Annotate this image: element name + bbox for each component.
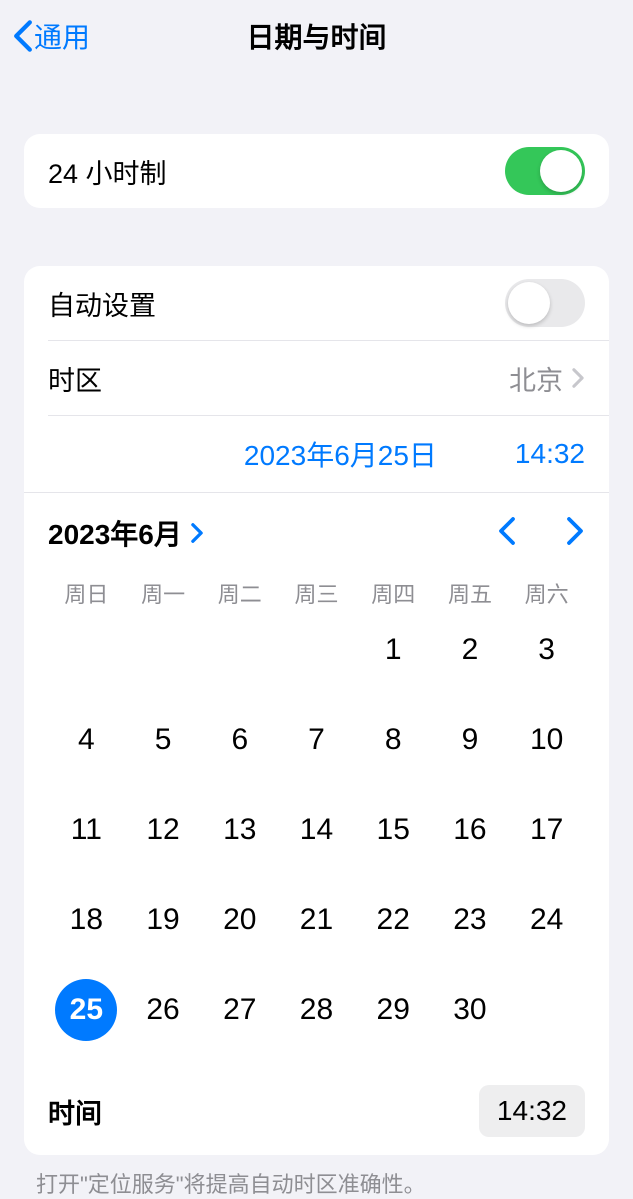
calendar-day[interactable]: 19 bbox=[132, 889, 194, 951]
calendar-day[interactable]: 21 bbox=[285, 889, 347, 951]
footer-note: 打开"定位服务"将提高自动时区准确性。 bbox=[0, 1155, 633, 1199]
calendar-grid: 1234567891011121314151617181920212223242… bbox=[48, 619, 585, 1041]
chevron-left-icon bbox=[497, 516, 517, 546]
calendar-day[interactable]: 26 bbox=[132, 979, 194, 1041]
time-picker-button[interactable]: 14:32 bbox=[479, 1085, 585, 1137]
calendar-day[interactable]: 16 bbox=[439, 799, 501, 861]
calendar-day[interactable]: 29 bbox=[362, 979, 424, 1041]
switch-knob bbox=[540, 150, 582, 192]
weekday-label: 周三 bbox=[278, 577, 355, 609]
auto-set-row: 自动设置 bbox=[24, 266, 609, 340]
time-label: 时间 bbox=[48, 1092, 102, 1131]
chevron-right-icon bbox=[190, 522, 204, 544]
calendar-day[interactable]: 7 bbox=[285, 709, 347, 771]
calendar-day[interactable]: 15 bbox=[362, 799, 424, 861]
calendar-day[interactable]: 4 bbox=[55, 709, 117, 771]
calendar-day-empty bbox=[285, 619, 347, 681]
calendar-day[interactable]: 10 bbox=[516, 709, 578, 771]
calendar-day[interactable]: 14 bbox=[285, 799, 347, 861]
calendar-day[interactable]: 23 bbox=[439, 889, 501, 951]
calendar-day[interactable]: 12 bbox=[132, 799, 194, 861]
weekday-label: 周四 bbox=[355, 577, 432, 609]
calendar-day[interactable]: 25 bbox=[55, 979, 117, 1041]
calendar-day[interactable]: 28 bbox=[285, 979, 347, 1041]
calendar-day[interactable]: 24 bbox=[516, 889, 578, 951]
weekday-row: 周日周一周二周三周四周五周六 bbox=[48, 577, 585, 609]
calendar-day[interactable]: 9 bbox=[439, 709, 501, 771]
calendar-day[interactable]: 11 bbox=[55, 799, 117, 861]
calendar-day[interactable]: 8 bbox=[362, 709, 424, 771]
calendar-section: 2023年6月 周日周一周二周三周四周五周六 123456 bbox=[24, 493, 609, 1071]
calendar-day[interactable]: 22 bbox=[362, 889, 424, 951]
timezone-value: 北京 bbox=[509, 359, 563, 398]
calendar-day-empty bbox=[209, 619, 271, 681]
auto-set-label: 自动设置 bbox=[48, 284, 156, 323]
weekday-label: 周六 bbox=[508, 577, 585, 609]
calendar-day[interactable]: 18 bbox=[55, 889, 117, 951]
switch-knob bbox=[508, 282, 550, 324]
calendar-day[interactable]: 5 bbox=[132, 709, 194, 771]
selected-date[interactable]: 2023年6月25日 bbox=[244, 434, 437, 474]
calendar-day[interactable]: 30 bbox=[439, 979, 501, 1041]
weekday-label: 周五 bbox=[432, 577, 509, 609]
twentyfour-hour-section: 24 小时制 bbox=[24, 134, 609, 208]
calendar-day[interactable]: 13 bbox=[209, 799, 271, 861]
calendar-day-empty bbox=[132, 619, 194, 681]
auto-set-toggle[interactable] bbox=[505, 279, 585, 327]
calendar-day[interactable]: 2 bbox=[439, 619, 501, 681]
chevron-right-icon bbox=[565, 516, 585, 546]
timezone-row[interactable]: 时区 北京 bbox=[24, 341, 609, 415]
timezone-value-group: 北京 bbox=[509, 359, 585, 398]
datetime-section: 自动设置 时区 北京 2023年6月25日 14:32 2023年6月 bbox=[24, 266, 609, 1155]
time-row: 时间 14:32 bbox=[24, 1071, 609, 1155]
weekday-label: 周日 bbox=[48, 577, 125, 609]
selected-date-time-row: 2023年6月25日 14:32 bbox=[24, 416, 609, 492]
weekday-label: 周一 bbox=[125, 577, 202, 609]
twentyfour-hour-toggle[interactable] bbox=[505, 147, 585, 195]
calendar-day[interactable]: 17 bbox=[516, 799, 578, 861]
selected-time[interactable]: 14:32 bbox=[515, 438, 585, 470]
calendar-day[interactable]: 6 bbox=[209, 709, 271, 771]
month-header: 2023年6月 bbox=[48, 513, 585, 553]
twentyfour-hour-label: 24 小时制 bbox=[48, 152, 167, 191]
nav-header: 通用 日期与时间 bbox=[0, 0, 633, 72]
back-label: 通用 bbox=[34, 16, 90, 56]
calendar-day[interactable]: 1 bbox=[362, 619, 424, 681]
twentyfour-hour-row: 24 小时制 bbox=[24, 134, 609, 208]
calendar-day[interactable]: 3 bbox=[516, 619, 578, 681]
next-month-button[interactable] bbox=[565, 516, 585, 551]
month-label: 2023年6月 bbox=[48, 513, 182, 553]
page-title: 日期与时间 bbox=[246, 16, 386, 56]
calendar-day-empty bbox=[55, 619, 117, 681]
weekday-label: 周二 bbox=[201, 577, 278, 609]
chevron-left-icon bbox=[12, 19, 34, 53]
calendar-day[interactable]: 20 bbox=[209, 889, 271, 951]
back-button[interactable]: 通用 bbox=[12, 16, 90, 56]
month-nav bbox=[497, 516, 585, 551]
month-picker-button[interactable]: 2023年6月 bbox=[48, 513, 204, 553]
prev-month-button[interactable] bbox=[497, 516, 517, 551]
timezone-label: 时区 bbox=[48, 359, 102, 398]
calendar-day[interactable]: 27 bbox=[209, 979, 271, 1041]
chevron-right-icon bbox=[571, 367, 585, 389]
